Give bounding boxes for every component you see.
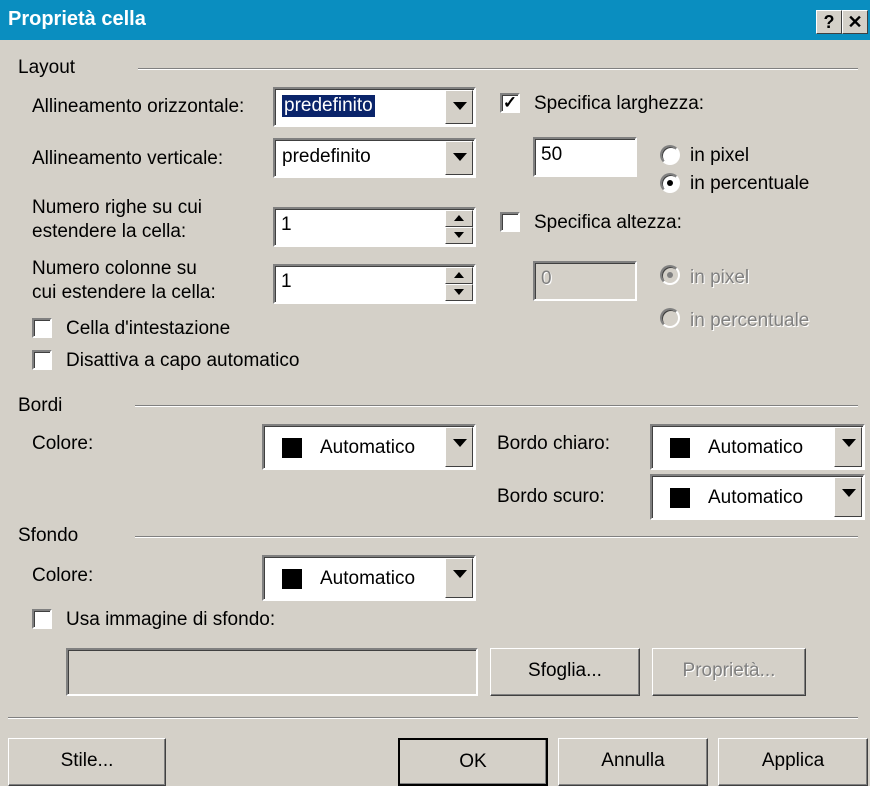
browse-button[interactable]: Sfoglia... [490,648,640,696]
dark-border-select[interactable]: Automatico [650,474,865,520]
cols-span-spin [445,267,473,301]
apply-button[interactable]: Applica [718,738,868,786]
horiz-align-label: Allineamento orizzontale: [32,96,245,117]
section-borders-divider [135,405,858,407]
background-color-value: Automatico [320,568,416,589]
border-color-dropdown-icon[interactable] [445,427,473,467]
use-image-label: Usa immagine di sfondo: [66,609,276,630]
height-input[interactable]: 0 [533,261,637,301]
section-layout-label: Layout [18,57,76,78]
background-color-label: Colore: [32,565,94,586]
section-background-label: Sfondo [18,525,79,546]
close-button[interactable]: ✕ [842,10,868,34]
header-cell-label: Cella d'intestazione [66,318,231,339]
width-checkbox[interactable]: ✓ [500,93,520,113]
spin-down-icon[interactable] [445,227,473,244]
height-checkbox[interactable] [500,212,520,232]
dark-border-swatch [670,488,690,508]
cols-span-label-2: cui estendere la cella: [32,282,216,303]
radio-dot-icon [667,180,673,186]
vert-align-dropdown-icon[interactable] [445,141,473,175]
width-value: 50 [541,144,563,165]
cols-span-value: 1 [281,271,292,292]
radio-dot-icon [667,272,673,278]
rows-span-label-1: Numero righe su cui [32,197,203,218]
image-properties-button[interactable]: Proprietà... [652,648,806,696]
background-color-select[interactable]: Automatico [262,555,476,601]
height-value: 0 [541,268,552,289]
background-color-swatch [282,569,302,589]
width-percent-radio[interactable] [660,173,680,193]
light-border-dropdown-icon[interactable] [834,427,862,467]
height-pixel-radio[interactable] [660,265,680,285]
width-input[interactable]: 50 [533,137,637,177]
height-pixel-label: in pixel [690,267,750,288]
window-title: Proprietà cella [8,8,146,30]
vert-align-label: Allineamento verticale: [32,148,224,169]
width-pixel-label: in pixel [690,145,750,166]
vert-align-value: predefinito [282,146,371,167]
cols-span-label-1: Numero colonne su [32,258,197,279]
width-pixel-radio[interactable] [660,145,680,165]
rows-span-value: 1 [281,214,292,235]
section-borders-label: Bordi [18,395,63,416]
vert-align-select[interactable]: predefinito [273,138,476,178]
section-layout-divider [138,68,858,70]
light-border-select[interactable]: Automatico [650,424,865,470]
help-button[interactable]: ? [816,10,842,34]
border-color-select[interactable]: Automatico [262,424,476,470]
image-path-input[interactable] [66,648,478,696]
cancel-button[interactable]: Annulla [558,738,708,786]
dark-border-value: Automatico [708,487,804,508]
dark-border-label: Bordo scuro: [497,486,605,507]
horiz-align-dropdown-icon[interactable] [445,90,473,124]
spin-up-icon[interactable] [445,267,473,284]
background-color-dropdown-icon[interactable] [445,558,473,598]
no-wrap-label: Disattiva a capo automatico [66,350,300,371]
height-percent-radio[interactable] [660,308,680,328]
light-border-label: Bordo chiaro: [497,433,611,454]
spin-up-icon[interactable] [445,210,473,227]
border-color-swatch [282,438,302,458]
ok-button[interactable]: OK [398,738,548,786]
spin-down-icon[interactable] [445,284,473,301]
use-image-checkbox[interactable] [32,609,52,629]
rows-span-spin [445,210,473,244]
light-border-swatch [670,438,690,458]
cols-span-stepper[interactable]: 1 [273,264,476,304]
light-border-value: Automatico [708,437,804,458]
dark-border-dropdown-icon[interactable] [834,477,862,517]
no-wrap-checkbox[interactable] [32,350,52,370]
horiz-align-value: predefinito [282,95,375,117]
rows-span-stepper[interactable]: 1 [273,207,476,247]
rows-span-label-2: estendere la cella: [32,221,187,242]
border-color-value: Automatico [320,437,416,458]
width-percent-label: in percentuale [690,173,810,194]
footer-divider [8,717,858,719]
height-percent-label: in percentuale [690,310,810,331]
section-background-divider [135,536,858,538]
header-cell-checkbox[interactable] [32,318,52,338]
width-label: Specifica larghezza: [534,93,705,114]
height-label: Specifica altezza: [534,212,682,233]
horiz-align-select[interactable]: predefinito [273,87,476,127]
style-button[interactable]: Stile... [8,738,166,786]
border-color-label: Colore: [32,433,94,454]
